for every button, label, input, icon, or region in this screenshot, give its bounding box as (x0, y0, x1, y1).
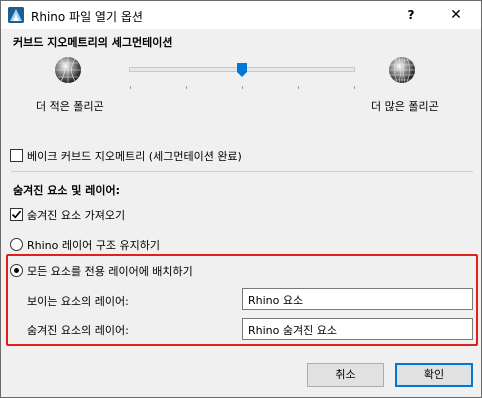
more-polygons-label: 더 많은 폴리곤 (371, 100, 439, 113)
high-poly-sphere-icon (388, 56, 416, 84)
title-bar: Rhino 파일 열기 옵션 ? ✕ (1, 1, 481, 29)
segmentation-slider-thumb[interactable] (237, 63, 247, 77)
rhino-app-icon (8, 7, 24, 23)
bake-checkbox[interactable] (10, 149, 23, 162)
cancel-button[interactable]: 취소 (307, 363, 384, 387)
low-poly-sphere-icon (54, 56, 82, 84)
slider-tick (298, 86, 299, 89)
dialog-window: Rhino 파일 열기 옵션 ? ✕ 커브드 지오메트리의 세그먼테이션 더 적… (0, 0, 482, 398)
keep-layer-structure-label: Rhino 레이어 구조 유지하기 (27, 239, 160, 252)
visible-layer-label: 보이는 요소의 레이어: (27, 295, 129, 308)
help-button[interactable]: ? (400, 5, 422, 25)
slider-tick (130, 86, 131, 89)
hidden-elements-heading: 숨겨진 요소 및 레이어: (13, 184, 120, 197)
visible-layer-field[interactable]: Rhino 요소 (242, 288, 473, 310)
slider-tick (186, 86, 187, 89)
hidden-layer-field[interactable]: Rhino 숨겨진 요소 (242, 318, 473, 340)
dedicated-layer-label: 모든 요소를 전용 레이어에 배치하기 (27, 265, 193, 278)
hidden-layer-label: 숨겨진 요소의 레이어: (27, 324, 129, 337)
window-title: Rhino 파일 열기 옵션 (31, 10, 143, 24)
slider-tick (354, 86, 355, 89)
slider-tick (242, 86, 243, 89)
dedicated-layer-radio[interactable] (10, 264, 23, 277)
close-button[interactable]: ✕ (445, 5, 467, 25)
import-hidden-checkbox[interactable] (10, 208, 23, 221)
fewer-polygons-label: 더 적은 폴리곤 (36, 100, 104, 113)
ok-button[interactable]: 확인 (395, 363, 473, 387)
segmentation-heading: 커브드 지오메트리의 세그먼테이션 (13, 36, 173, 49)
radio-selected-dot (14, 268, 19, 273)
bake-label: 베이크 커브드 지오메트리 (세그먼테이션 완료) (27, 150, 242, 163)
divider (11, 171, 473, 172)
import-hidden-label: 숨겨진 요소 가져오기 (27, 209, 126, 222)
keep-layer-structure-radio[interactable] (10, 238, 23, 251)
